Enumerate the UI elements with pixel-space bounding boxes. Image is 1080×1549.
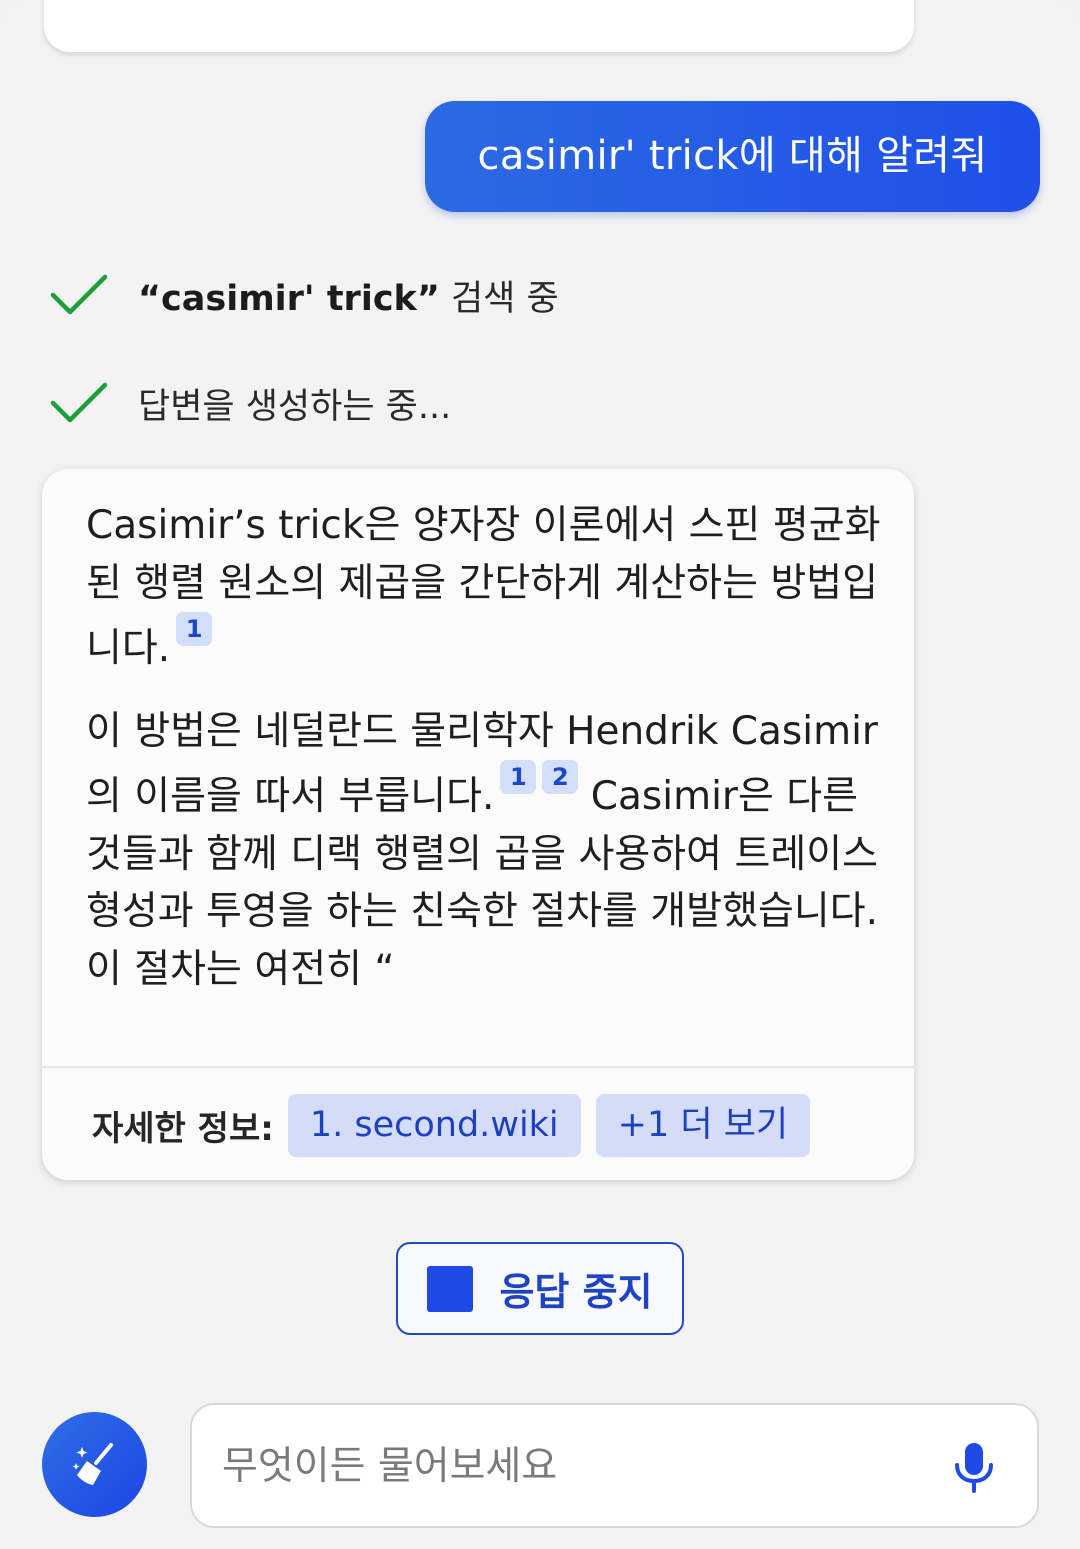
citation-badge[interactable]: 1	[500, 760, 537, 794]
answer-paragraph: 이 방법은 네덜란드 물리학자 Hendrik Casimir의 이름을 따서 …	[86, 703, 886, 999]
search-suffix: 검색 중	[439, 278, 559, 319]
answer-text: Casimir’s trick은 양자장 이론에서 스핀 평균화된 행렬 원소의…	[86, 497, 886, 998]
stop-response-label: 응답 중지	[499, 1270, 653, 1314]
divider	[42, 1066, 914, 1068]
more-sources-chip[interactable]: +1 더 보기	[595, 1094, 811, 1157]
broom-sparkle-icon	[72, 1442, 113, 1485]
source-chip[interactable]: 1. second.wiki	[287, 1094, 581, 1157]
citation-badge[interactable]: 2	[542, 760, 579, 794]
stop-response-button[interactable]: 응답 중지	[396, 1242, 684, 1335]
chat-input-box[interactable]	[190, 1403, 1039, 1528]
citation-badge[interactable]: 1	[176, 612, 213, 646]
status-generating: 답변을 생성하는 중...	[50, 378, 451, 428]
search-term: “casimir' trick”	[138, 278, 440, 319]
status-generating-text: 답변을 생성하는 중...	[138, 386, 452, 427]
answer-card: Casimir’s trick은 양자장 이론에서 스핀 평균화된 행렬 원소의…	[42, 469, 914, 1180]
stop-square-icon	[427, 1265, 474, 1312]
chat-sheet: casimir' trick에 대해 알려줘 “casimir' trick” …	[0, 0, 1080, 1549]
status-search-text: “casimir' trick” 검색 중	[138, 270, 559, 321]
chat-input[interactable]	[220, 1405, 924, 1528]
previous-message-card	[44, 0, 914, 52]
sources-row: 자세한 정보: 1. second.wiki +1 더 보기	[92, 1094, 825, 1157]
status-searching: “casimir' trick” 검색 중	[50, 270, 559, 320]
check-icon	[50, 382, 108, 423]
new-topic-button[interactable]	[42, 1412, 147, 1517]
microphone-icon[interactable]	[944, 1437, 1004, 1497]
sources-label: 자세한 정보:	[92, 1109, 274, 1149]
check-icon	[50, 274, 108, 315]
answer-paragraph: Casimir’s trick은 양자장 이론에서 스핀 평균화된 행렬 원소의…	[86, 497, 886, 678]
user-message-bubble: casimir' trick에 대해 알려줘	[425, 101, 1040, 212]
